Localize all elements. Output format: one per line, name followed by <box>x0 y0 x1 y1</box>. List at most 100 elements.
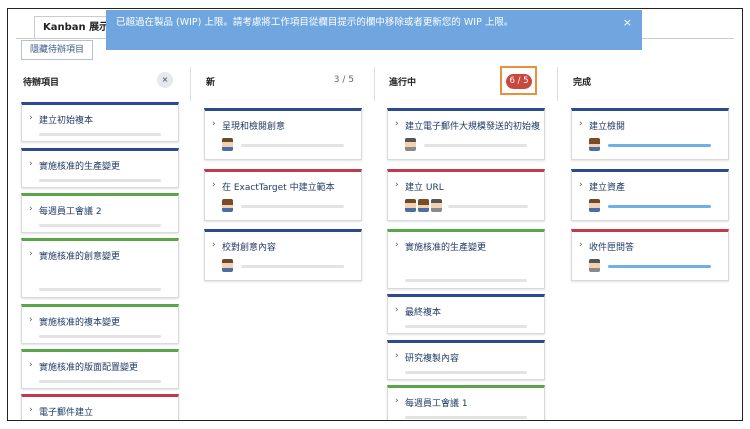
avatar <box>405 199 416 212</box>
card-title: 每週員工會議 1 <box>405 399 468 409</box>
avatar <box>431 199 442 212</box>
hide-backlog-button[interactable]: 隱藏待辦項目 <box>21 40 94 60</box>
progress-bar <box>39 133 161 136</box>
card-title: 實施核准的生產變更 <box>405 243 487 253</box>
card-title: 實施核准的版面配置變更 <box>39 363 139 373</box>
tab-kanban-board[interactable]: Kanban 展示板 <box>34 16 114 38</box>
column-title: 完成 <box>573 78 592 88</box>
card-title: 實施核准的創意變更 <box>39 252 121 262</box>
card[interactable]: › 呈現和檢閱創意 <box>204 108 362 160</box>
assignees <box>589 138 600 151</box>
wip-limit-notification: 已超過在製品 (WIP) 上限。請考慮將工作項目從欄目提示的欄中移除或者更新您的… <box>106 10 642 50</box>
card[interactable]: › 收件匣問答 <box>571 229 729 281</box>
card-title: 建立電子郵件大規模發送的初始複本 <box>405 122 540 132</box>
card-title: 實施核准的複本變更 <box>39 318 121 328</box>
chevron-right-icon[interactable]: › <box>212 119 216 129</box>
column-header: 完成 <box>571 68 729 94</box>
chevron-right-icon[interactable]: › <box>29 159 33 169</box>
card[interactable]: › 實施核准的複本變更 <box>21 304 179 344</box>
notification-message: 已超過在製品 (WIP) 上限。請考慮將工作項目從欄目提示的欄中移除或者更新您的… <box>116 17 514 28</box>
progress-bar <box>241 205 344 208</box>
progress-bar <box>405 416 527 419</box>
chevron-right-icon[interactable]: › <box>29 405 33 415</box>
card[interactable]: › 建立檢閱 <box>571 108 729 160</box>
card[interactable]: › 每週員工會議 2 <box>21 193 179 233</box>
card[interactable]: › 每週員工會議 1 <box>387 385 545 420</box>
progress-bar <box>424 144 527 147</box>
assignees <box>222 199 233 212</box>
progress-bar <box>39 224 161 227</box>
card-title: 建立初始複本 <box>39 116 94 126</box>
assignees <box>405 199 442 212</box>
chevron-right-icon[interactable]: › <box>395 180 399 190</box>
chevron-right-icon[interactable]: › <box>395 119 399 129</box>
card[interactable]: › 建立電子郵件大規模發送的初始複本 <box>387 108 545 160</box>
column-divider <box>374 67 375 101</box>
chevron-right-icon[interactable]: › <box>579 240 583 250</box>
close-icon[interactable]: × <box>623 10 632 36</box>
avatar <box>418 199 429 212</box>
card[interactable]: › 建立 URL <box>387 169 545 221</box>
progress-bar <box>405 371 527 374</box>
chevron-right-icon[interactable]: › <box>395 351 399 361</box>
card[interactable]: › 建立初始複本 <box>21 102 179 142</box>
card-title: 實施核准的生產變更 <box>39 162 121 172</box>
chevron-right-icon[interactable]: › <box>29 249 33 259</box>
chevron-right-icon[interactable]: › <box>29 315 33 325</box>
assignees <box>405 138 416 151</box>
assignees <box>222 138 233 151</box>
column-title: 新 <box>206 78 216 88</box>
column-title: 進行中 <box>389 78 417 88</box>
chevron-right-icon[interactable]: › <box>212 180 216 190</box>
chevron-right-icon[interactable]: › <box>579 119 583 129</box>
progress-bar <box>405 279 527 282</box>
card[interactable]: › 實施核准的生產變更 <box>387 229 545 289</box>
column-done: 完成 › 建立檢閱 › 建立資產 › 收件匣問答 <box>571 68 729 420</box>
chevron-right-icon[interactable]: › <box>29 360 33 370</box>
progress-bar <box>608 205 711 208</box>
card-title: 在 ExactTarget 中建立範本 <box>222 183 335 193</box>
card-title: 建立 URL <box>405 183 444 193</box>
card[interactable]: › 校對創意內容 <box>204 229 362 281</box>
card[interactable]: › 在 ExactTarget 中建立範本 <box>204 169 362 221</box>
chevron-right-icon[interactable]: › <box>29 113 33 123</box>
progress-bar <box>39 335 161 338</box>
card[interactable]: › 實施核准的版面配置變更 <box>21 349 179 389</box>
progress-bar <box>241 144 344 147</box>
avatar <box>222 199 233 212</box>
column-divider <box>190 67 191 101</box>
progress-bar <box>608 265 711 268</box>
column-in-progress: 進行中 6 / 5 › 建立電子郵件大規模發送的初始複本 › 建立 URL › <box>387 66 545 420</box>
avatar <box>222 259 233 272</box>
wip-count: 3 / 5 <box>333 75 354 85</box>
chevron-right-icon[interactable]: › <box>212 240 216 250</box>
chevron-right-icon[interactable]: › <box>579 180 583 190</box>
wip-exceeded-badge: 6 / 5 <box>506 74 532 89</box>
assignees <box>589 199 600 212</box>
progress-bar <box>39 380 161 383</box>
card[interactable]: › 最終複本 <box>387 294 545 334</box>
progress-bar <box>608 144 711 147</box>
progress-bar <box>241 265 344 268</box>
progress-bar <box>39 179 161 182</box>
card-title: 呈現和檢閱創意 <box>222 122 286 132</box>
card[interactable]: › 實施核准的創意變更 <box>21 238 179 298</box>
card[interactable]: › 實施核准的生產變更 <box>21 148 179 188</box>
card-title: 每週員工會議 2 <box>39 207 102 217</box>
chevron-right-icon[interactable]: › <box>395 305 399 315</box>
card[interactable]: › 研究複製內容 <box>387 340 545 380</box>
avatar <box>589 259 600 272</box>
card-title: 建立檢閱 <box>589 122 626 132</box>
chevron-right-icon[interactable]: › <box>395 240 399 250</box>
column-backlog: 待辦項目 × › 建立初始複本 › 實施核准的生產變更 › 每週員工會議 2 ›… <box>21 68 179 420</box>
avatar <box>589 199 600 212</box>
avatar <box>589 138 600 151</box>
chevron-right-icon[interactable]: › <box>395 396 399 406</box>
card[interactable]: › 建立資產 <box>571 169 729 221</box>
progress-bar <box>39 288 161 291</box>
wip-limit-highlight: 6 / 5 <box>500 66 537 95</box>
clear-backlog-button[interactable]: × <box>157 72 173 88</box>
card[interactable]: › 電子郵件建立 <box>21 394 179 420</box>
chevron-right-icon[interactable]: › <box>29 204 33 214</box>
column-header: 待辦項目 × <box>21 68 179 94</box>
